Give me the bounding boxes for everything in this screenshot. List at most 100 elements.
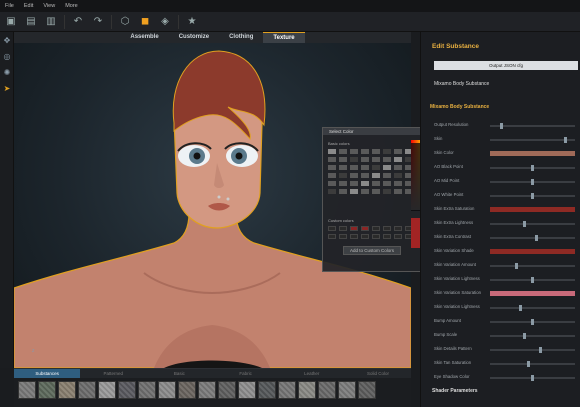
slider-handle[interactable] bbox=[531, 193, 534, 199]
slider-handle[interactable] bbox=[563, 137, 567, 143]
material-thumbnail[interactable] bbox=[58, 381, 76, 399]
slider-handle[interactable] bbox=[514, 263, 518, 269]
rotate-icon[interactable]: ◎ bbox=[0, 48, 14, 64]
material-thumbnail[interactable] bbox=[178, 381, 196, 399]
material-thumbnail[interactable] bbox=[138, 381, 156, 399]
custom-color-swatch[interactable] bbox=[372, 226, 380, 231]
tab-assemble[interactable]: Assemble bbox=[120, 32, 168, 43]
slider-handle[interactable] bbox=[531, 179, 534, 185]
basic-color-swatch[interactable] bbox=[350, 157, 358, 162]
output-json-button[interactable]: Output JSON cfg bbox=[434, 61, 578, 70]
star-icon[interactable]: ★ bbox=[185, 15, 199, 29]
open-icon[interactable]: ▤ bbox=[24, 15, 38, 29]
tab-texture[interactable]: Texture bbox=[263, 32, 305, 43]
parameter-slider[interactable] bbox=[490, 349, 575, 351]
basic-color-swatch[interactable] bbox=[328, 165, 336, 170]
slider-handle[interactable] bbox=[531, 277, 534, 283]
parameter-slider[interactable] bbox=[490, 335, 575, 337]
custom-color-swatch[interactable] bbox=[328, 234, 336, 239]
slider-handle[interactable] bbox=[522, 333, 526, 339]
basic-color-swatch[interactable] bbox=[383, 149, 391, 154]
custom-colors-grid[interactable] bbox=[328, 226, 413, 239]
basic-color-swatch[interactable] bbox=[339, 157, 347, 162]
redo-icon[interactable]: ↷ bbox=[91, 15, 105, 29]
basic-color-swatch[interactable] bbox=[328, 157, 336, 162]
shelf-tab[interactable]: Leather bbox=[279, 369, 345, 378]
material-thumbnail[interactable] bbox=[98, 381, 116, 399]
basic-color-swatch[interactable] bbox=[372, 173, 380, 178]
parameter-slider[interactable] bbox=[490, 363, 575, 365]
move-icon[interactable]: ✥ bbox=[0, 32, 14, 48]
parameter-slider[interactable] bbox=[490, 139, 575, 141]
slider-handle[interactable] bbox=[539, 347, 543, 353]
basic-color-swatch[interactable] bbox=[339, 173, 347, 178]
basic-color-swatch[interactable] bbox=[383, 173, 391, 178]
basic-color-swatch[interactable] bbox=[372, 165, 380, 170]
material-thumbnail[interactable] bbox=[118, 381, 136, 399]
shelf-tab[interactable]: Basic bbox=[146, 369, 212, 378]
basic-color-swatch[interactable] bbox=[328, 173, 336, 178]
tab-customize[interactable]: Customize bbox=[169, 32, 219, 43]
basic-color-swatch[interactable] bbox=[328, 189, 336, 194]
basic-color-swatch[interactable] bbox=[361, 165, 369, 170]
menu-more[interactable]: More bbox=[60, 3, 83, 9]
slider-handle[interactable] bbox=[531, 319, 534, 325]
custom-color-swatch[interactable] bbox=[350, 226, 358, 231]
basic-color-swatch[interactable] bbox=[361, 149, 369, 154]
slider-handle[interactable] bbox=[526, 361, 530, 367]
material-thumbnail[interactable] bbox=[298, 381, 316, 399]
material-thumbnail[interactable] bbox=[18, 381, 36, 399]
tab-clothing[interactable]: Clothing bbox=[219, 32, 263, 43]
material-thumbnail[interactable] bbox=[338, 381, 356, 399]
basic-color-swatch[interactable] bbox=[394, 165, 402, 170]
custom-color-swatch[interactable] bbox=[328, 226, 336, 231]
material-thumbnail[interactable] bbox=[358, 381, 376, 399]
basic-color-swatch[interactable] bbox=[350, 189, 358, 194]
light-icon[interactable]: ✺ bbox=[0, 64, 14, 80]
menu-view[interactable]: View bbox=[38, 3, 60, 9]
basic-color-swatch[interactable] bbox=[350, 181, 358, 186]
color-swatch-bar[interactable] bbox=[490, 151, 575, 156]
material-thumbnail[interactable] bbox=[258, 381, 276, 399]
custom-color-swatch[interactable] bbox=[339, 234, 347, 239]
custom-color-swatch[interactable] bbox=[383, 226, 391, 231]
parameter-slider[interactable] bbox=[490, 223, 575, 225]
shelf-tab[interactable]: Solid Color bbox=[345, 369, 411, 378]
slider-handle[interactable] bbox=[531, 165, 534, 171]
new-scene-icon[interactable]: ▣ bbox=[4, 15, 18, 29]
basic-color-swatch[interactable] bbox=[361, 189, 369, 194]
material-thumbnail[interactable] bbox=[78, 381, 96, 399]
shelf-tab[interactable]: Substances bbox=[14, 369, 81, 378]
slider-handle[interactable] bbox=[522, 221, 526, 227]
box-icon[interactable]: ◈ bbox=[158, 15, 172, 29]
basic-color-swatch[interactable] bbox=[383, 189, 391, 194]
basic-color-swatch[interactable] bbox=[372, 189, 380, 194]
shelf-tab[interactable]: Patterned bbox=[80, 369, 146, 378]
material-thumbnail[interactable] bbox=[38, 381, 56, 399]
material-thumbnail[interactable] bbox=[218, 381, 236, 399]
parameter-slider[interactable] bbox=[490, 237, 575, 239]
custom-color-swatch[interactable] bbox=[339, 226, 347, 231]
slider-handle[interactable] bbox=[535, 235, 539, 241]
basic-color-swatch[interactable] bbox=[361, 157, 369, 162]
custom-color-swatch[interactable] bbox=[394, 234, 402, 239]
wireframe-cube-icon[interactable]: ⬡ bbox=[118, 15, 132, 29]
parameter-slider[interactable] bbox=[490, 307, 575, 309]
add-custom-color-button[interactable]: Add to Custom Colors bbox=[343, 246, 402, 255]
basic-color-swatch[interactable] bbox=[361, 181, 369, 186]
basic-color-swatch[interactable] bbox=[394, 181, 402, 186]
slider-handle[interactable] bbox=[518, 305, 522, 311]
basic-color-swatch[interactable] bbox=[394, 189, 402, 194]
basic-color-swatch[interactable] bbox=[372, 157, 380, 162]
custom-color-swatch[interactable] bbox=[372, 234, 380, 239]
basic-color-swatch[interactable] bbox=[350, 173, 358, 178]
color-swatch-bar[interactable] bbox=[490, 291, 575, 296]
basic-color-swatch[interactable] bbox=[372, 149, 380, 154]
basic-color-swatch[interactable] bbox=[339, 189, 347, 194]
undo-icon[interactable]: ↶ bbox=[71, 15, 85, 29]
custom-color-swatch[interactable] bbox=[361, 234, 369, 239]
custom-color-swatch[interactable] bbox=[394, 226, 402, 231]
slider-handle[interactable] bbox=[499, 123, 503, 129]
basic-color-swatch[interactable] bbox=[383, 157, 391, 162]
material-thumbnail[interactable] bbox=[238, 381, 256, 399]
